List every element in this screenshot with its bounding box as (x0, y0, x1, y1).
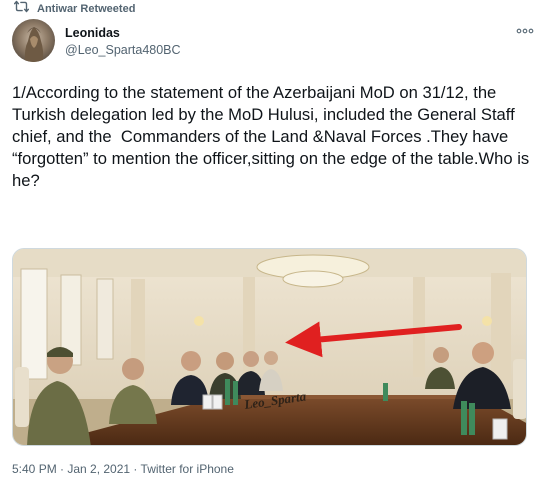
avatar[interactable] (12, 19, 55, 62)
retweeted-by-label[interactable]: Antiwar Retweeted (37, 3, 135, 15)
tweet-text: 1/According to the statement of the Azer… (12, 83, 534, 190)
retweet-context: Antiwar Retweeted (13, 0, 135, 18)
meeting-room-photo: Leo_Sparta (13, 249, 526, 445)
more-options-icon[interactable] (516, 27, 534, 35)
tweet-photo[interactable]: Leo_Sparta (12, 248, 527, 446)
tweet-timestamp[interactable]: 5:40 PM · Jan 2, 2021 · Twitter for iPho… (12, 462, 234, 476)
display-name[interactable]: Leonidas (65, 26, 181, 40)
retweet-icon (13, 0, 30, 18)
user-handle[interactable]: @Leo_Sparta480BC (65, 43, 181, 57)
author-block[interactable]: Leonidas @Leo_Sparta480BC (65, 26, 181, 57)
